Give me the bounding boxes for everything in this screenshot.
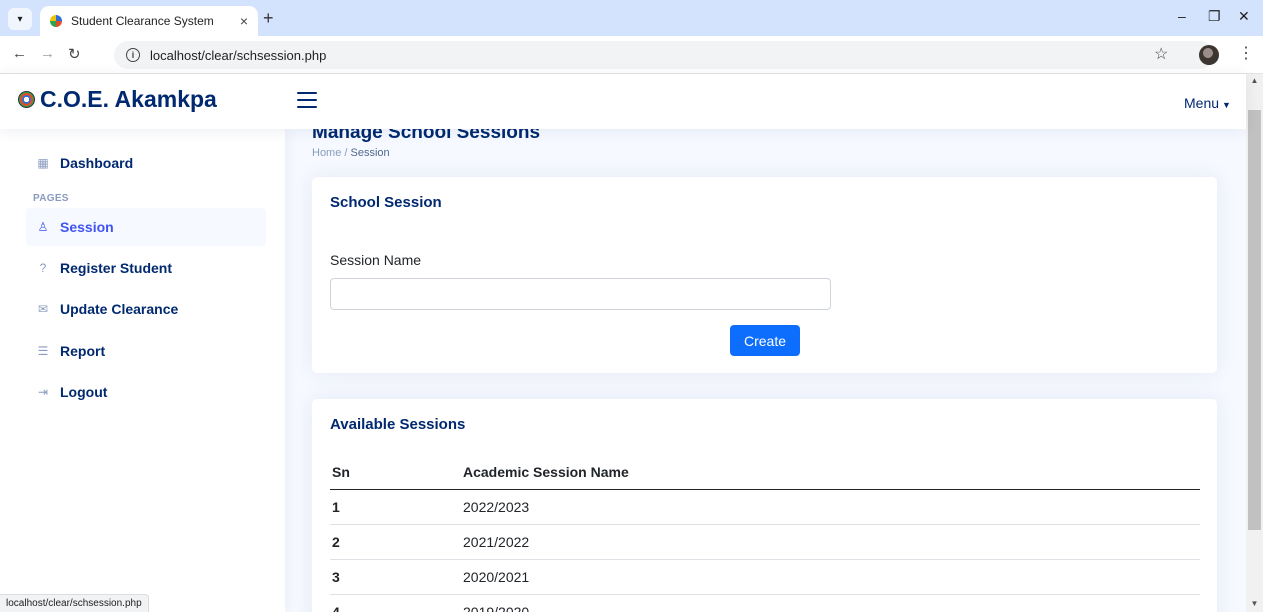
- column-header-session-name: Academic Session Name: [463, 464, 629, 480]
- more-vert-icon[interactable]: ⋮: [1238, 43, 1254, 63]
- card-list-icon: ☰: [37, 344, 49, 358]
- row-sn: 3: [332, 569, 340, 585]
- sessions-table: Sn Academic Session Name 1 2022/2023 2 2…: [330, 455, 1200, 612]
- scroll-up-arrow-icon[interactable]: ▲: [1246, 76, 1263, 85]
- profile-avatar[interactable]: [1199, 45, 1219, 65]
- url-text: localhost/clear/schsession.php: [150, 47, 327, 63]
- back-arrow-icon[interactable]: ←: [12, 45, 27, 62]
- sidebar-item-label: Logout: [60, 384, 108, 400]
- tab-title: Student Clearance System: [71, 14, 214, 28]
- sidebar-item-session[interactable]: ♙ Session: [26, 208, 266, 246]
- logo-text: C.O.E. Akamkpa: [40, 86, 217, 112]
- logo[interactable]: C.O.E. Akamkpa: [18, 86, 217, 113]
- sidebar-item-label: Register Student: [60, 260, 173, 276]
- row-sn: 2: [332, 534, 340, 550]
- table-row: 1 2022/2023: [330, 490, 1200, 525]
- row-sn: 1: [332, 499, 340, 515]
- grid-icon: ▦: [37, 156, 49, 170]
- session-name-input[interactable]: [330, 278, 831, 310]
- address-bar[interactable]: i localhost/clear/schsession.php: [114, 41, 1214, 69]
- sidebar-item-label: Session: [60, 219, 114, 235]
- session-name-label: Session Name: [330, 252, 422, 268]
- restore-button[interactable]: ❐: [1208, 8, 1221, 25]
- bookmark-star-icon[interactable]: ☆: [1154, 44, 1168, 64]
- info-icon[interactable]: i: [126, 48, 140, 62]
- close-window-button[interactable]: ✕: [1238, 8, 1250, 25]
- sidebar-item-dashboard[interactable]: ▦ Dashboard: [26, 144, 266, 182]
- menu-dropdown[interactable]: Menu ▼: [1184, 95, 1231, 111]
- row-session-name: 2022/2023: [463, 499, 530, 515]
- sidebar-heading: PAGES: [33, 193, 69, 204]
- breadcrumb-current: Session: [350, 147, 390, 159]
- breadcrumb-home[interactable]: Home: [312, 147, 341, 159]
- caret-down-icon: ▼: [1222, 100, 1231, 110]
- breadcrumb: Home / Session: [312, 147, 390, 159]
- table-header-row: Sn Academic Session Name: [330, 455, 1200, 490]
- table-row: 2 2021/2022: [330, 525, 1200, 560]
- card-title: School Session: [330, 194, 442, 211]
- scroll-down-arrow-icon[interactable]: ▼: [1246, 599, 1263, 608]
- page-scrollbar[interactable]: ▲ ▼: [1246, 74, 1263, 612]
- school-session-card: School Session Session Name Create: [312, 177, 1217, 373]
- sidebar-item-register-student[interactable]: ? Register Student: [26, 249, 266, 287]
- menu-label: Menu: [1184, 95, 1220, 111]
- sidebar-item-report[interactable]: ☰ Report: [26, 332, 266, 370]
- minimize-button[interactable]: –: [1178, 8, 1186, 24]
- college-logo-icon: [18, 91, 35, 108]
- tab-search-button[interactable]: ▾: [8, 8, 32, 30]
- sidebar-item-update-clearance[interactable]: ✉ Update Clearance: [26, 290, 266, 328]
- create-button[interactable]: Create: [730, 325, 800, 356]
- hamburger-menu-icon[interactable]: [297, 92, 317, 108]
- available-sessions-card: Available Sessions Sn Academic Session N…: [312, 399, 1217, 612]
- card-title: Available Sessions: [330, 416, 466, 433]
- sidebar-item-label: Report: [60, 343, 106, 359]
- column-header-sn: Sn: [332, 464, 350, 480]
- new-tab-button[interactable]: +: [263, 8, 274, 29]
- row-session-name: 2019/2020: [463, 604, 530, 612]
- sidebar-item-label: Update Clearance: [60, 301, 179, 317]
- row-session-name: 2020/2021: [463, 569, 530, 585]
- envelope-icon: ✉: [37, 302, 49, 316]
- favicon-icon: [50, 15, 62, 27]
- person-icon: ♙: [37, 220, 49, 234]
- breadcrumb-separator: /: [344, 147, 348, 159]
- row-sn: 4: [332, 604, 340, 612]
- close-icon[interactable]: ×: [240, 13, 248, 29]
- table-row: 4 2019/2020: [330, 595, 1200, 612]
- browser-tab[interactable]: Student Clearance System ×: [40, 6, 258, 36]
- reload-icon[interactable]: ↻: [68, 45, 81, 63]
- table-row: 3 2020/2021: [330, 560, 1200, 595]
- app-header: C.O.E. Akamkpa Menu ▼: [0, 74, 1246, 129]
- row-session-name: 2021/2022: [463, 534, 530, 550]
- browser-toolbar: ← → ↻ i localhost/clear/schsession.php ☆…: [0, 36, 1263, 74]
- question-circle-icon: ?: [39, 261, 47, 275]
- chevron-down-icon: ▾: [17, 13, 23, 25]
- box-arrow-in-right-icon: ⇥: [37, 385, 49, 399]
- forward-arrow-icon[interactable]: →: [40, 45, 55, 62]
- sidebar-item-label: Dashboard: [60, 155, 134, 171]
- scroll-thumb[interactable]: [1248, 110, 1261, 530]
- status-bar-url: localhost/clear/schsession.php: [0, 594, 149, 612]
- sidebar-item-logout[interactable]: ⇥ Logout: [26, 373, 266, 411]
- browser-tab-strip: ▾ Student Clearance System × + – ❐ ✕: [0, 0, 1263, 36]
